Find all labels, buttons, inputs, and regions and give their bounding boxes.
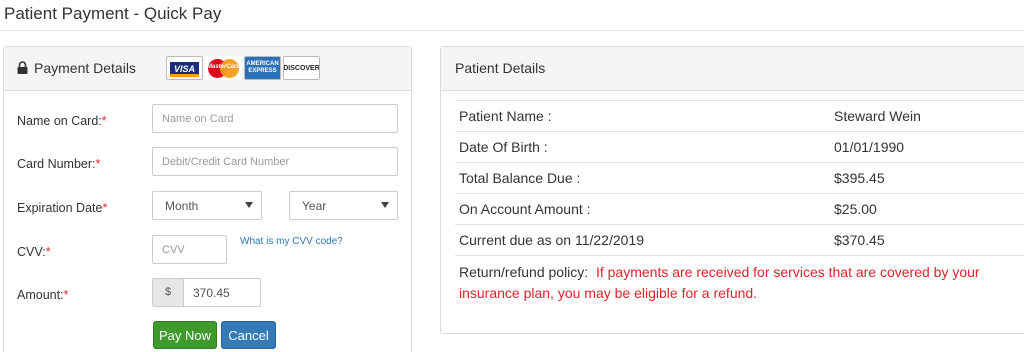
patient-details-header: Patient Details [441,47,1024,91]
name-on-card-label: Name on Card:* [17,114,107,128]
patient-row-name: Patient Name : Steward Wein [455,100,1024,131]
month-select-value: Month [165,199,199,213]
expiration-date-label: Expiration Date* [17,201,108,215]
cvv-input[interactable]: CVV [152,235,227,264]
row-label: Current due as on 11/22/2019 [459,232,644,248]
patient-details-title: Patient Details [455,60,546,76]
year-select-value: Year [302,199,327,213]
refund-policy-label: Return/refund policy: [459,264,589,280]
row-value: $25.00 [834,201,877,217]
amex-card-icon: AMERICAN EXPRESS [244,56,281,80]
chevron-down-icon [381,202,389,208]
accepted-cards: VISA MasterCard AMERICAN EXPRESS DISCOVE… [166,56,320,80]
payment-details-title: Payment Details [34,60,136,76]
cvv-help-link[interactable]: What is my CVV code? [240,236,343,247]
patient-row-dob: Date Of Birth : 01/01/1990 [455,131,1024,162]
expiration-month-select[interactable]: Month [152,191,262,220]
row-label: Date Of Birth : [459,139,548,155]
row-value: Steward Wein [834,108,921,124]
patient-row-on-account: On Account Amount : $25.00 [455,193,1024,224]
discover-card-icon: DISCOVER [283,56,320,80]
mastercard-icon: MasterCard [205,56,242,80]
expiration-year-select[interactable]: Year [289,191,398,220]
card-number-input[interactable]: Debit/Credit Card Number [152,147,398,176]
page-title: Patient Payment - Quick Pay [4,4,222,23]
chevron-down-icon [245,202,253,208]
row-value: $370.45 [834,232,885,248]
row-value: 01/01/1990 [834,139,905,155]
name-on-card-input[interactable]: Name on Card [152,104,398,133]
pay-now-button[interactable]: Pay Now [153,321,217,349]
refund-policy: Return/refund policy: If payments are re… [459,262,1019,304]
row-label: Patient Name : [459,108,552,124]
row-label: On Account Amount : [459,201,591,217]
lock-icon [17,61,28,74]
row-value: $395.45 [834,170,885,186]
card-number-label: Card Number:* [17,157,101,171]
amount-input[interactable]: 370.45 [183,278,261,307]
cancel-button[interactable]: Cancel [221,321,276,349]
cvv-label: CVV:* [17,245,51,259]
amount-label: Amount:* [17,288,69,302]
patient-row-balance: Total Balance Due : $395.45 [455,162,1024,193]
currency-addon: $ [152,278,184,307]
title-divider [0,30,1024,31]
payment-details-header: Payment Details VISA MasterCard AMERICAN… [4,47,411,91]
patient-row-current-due: Current due as on 11/22/2019 $370.45 [455,224,1024,255]
row-divider [455,255,1024,256]
visa-card-icon: VISA [166,56,203,80]
row-label: Total Balance Due : [459,170,581,186]
